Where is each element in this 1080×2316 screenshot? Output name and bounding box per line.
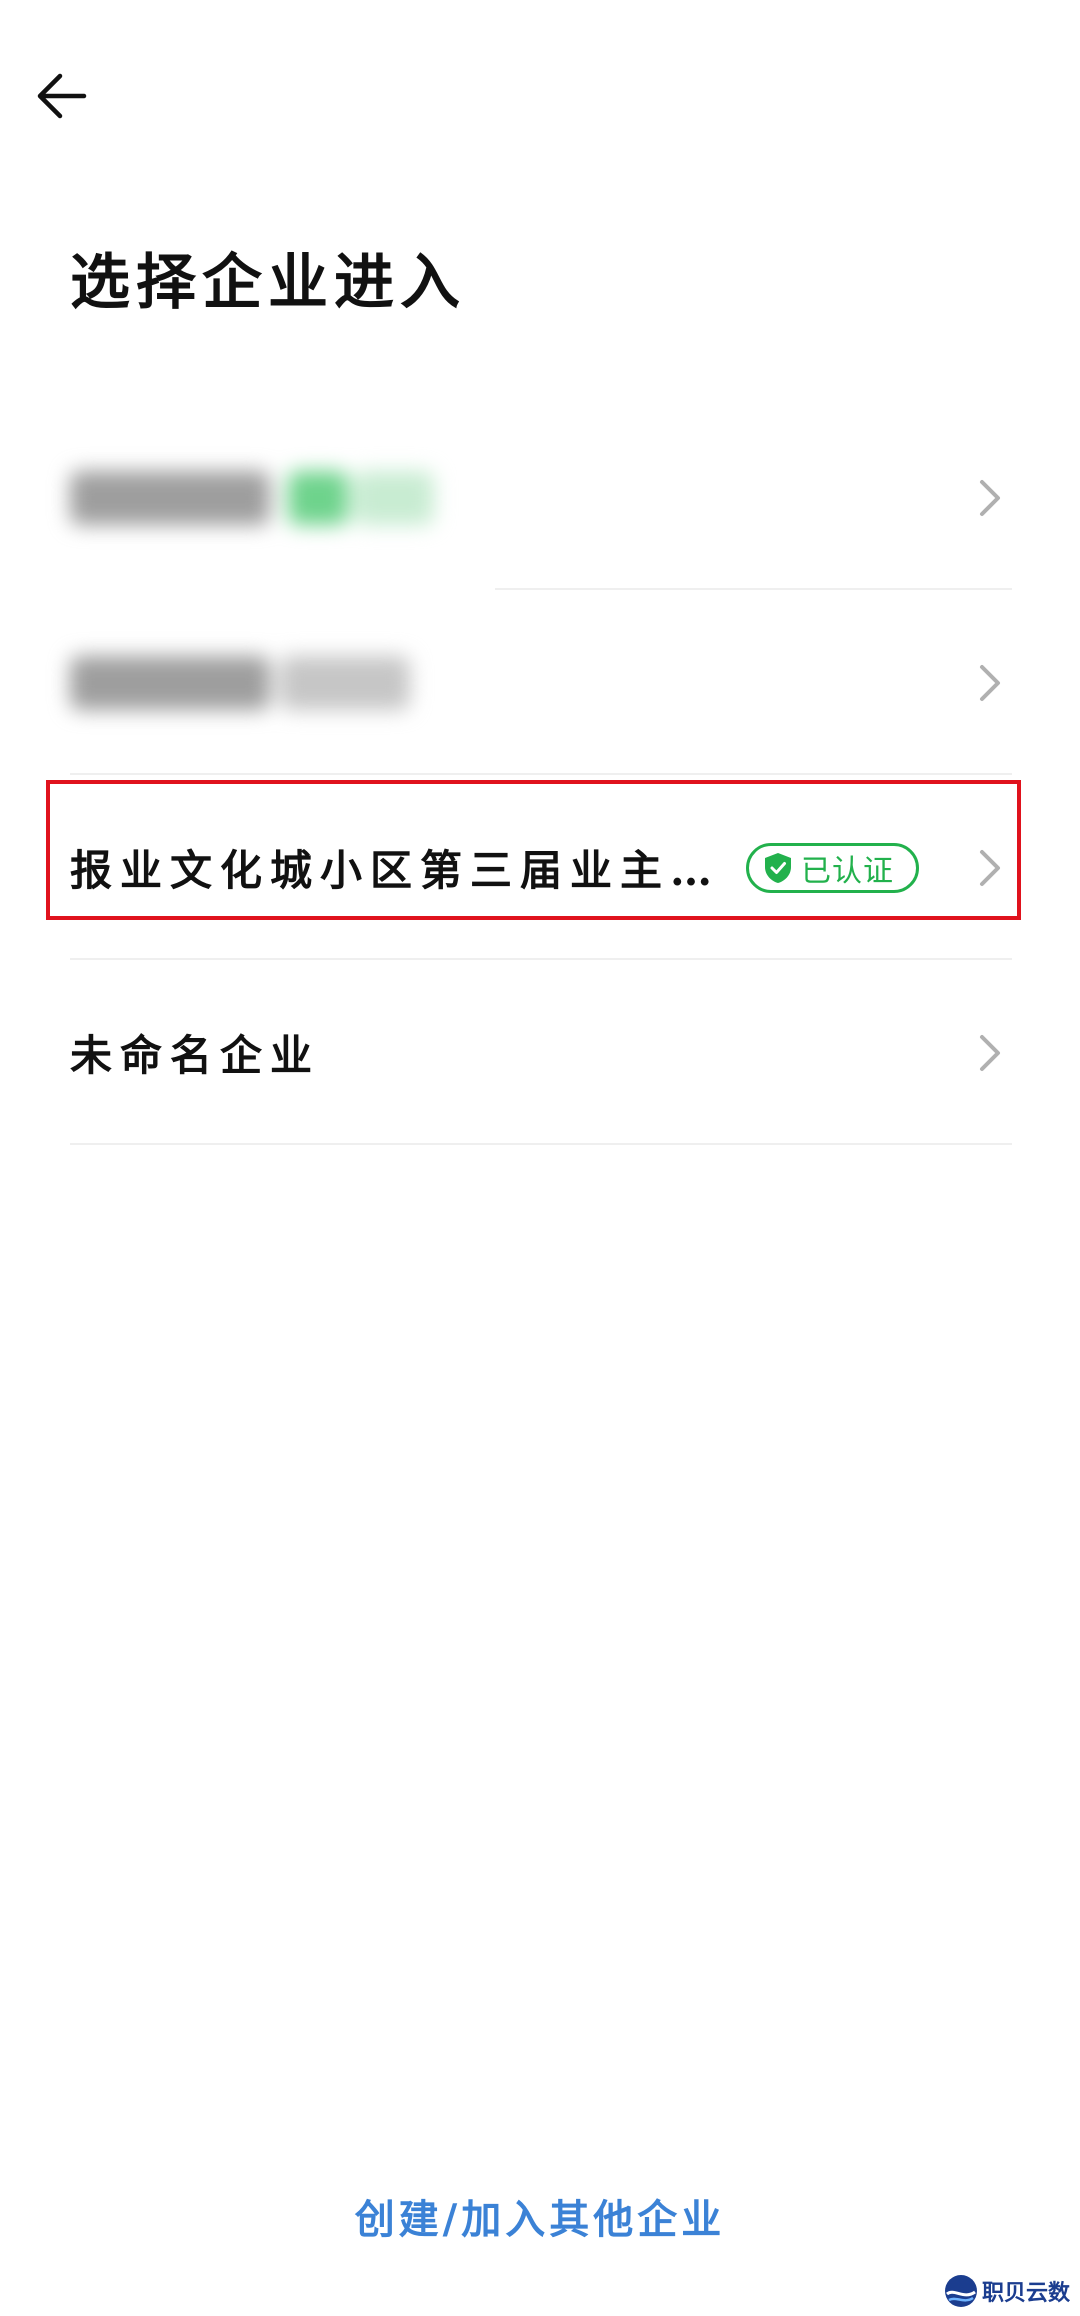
organization-item[interactable] [0, 405, 1080, 590]
page-title: 选择企业进入 [70, 248, 466, 318]
chevron-right-icon [980, 479, 1000, 516]
divider [70, 1143, 1012, 1145]
organization-name: 未命名企业 [70, 1031, 321, 1080]
watermark-logo-icon [944, 2275, 977, 2307]
blurred-organization-name [70, 470, 434, 525]
back-button[interactable] [26, 60, 98, 132]
watermark-text: 职贝云数 [981, 2281, 1070, 2306]
shield-check-icon [765, 852, 792, 883]
chevron-right-icon [980, 849, 1000, 886]
arrow-left-icon [37, 73, 87, 119]
organization-item[interactable]: 报业文化城小区第三届业主… 已认证 [0, 775, 1080, 960]
blurred-organization-name [70, 655, 410, 710]
organization-list: 报业文化城小区第三届业主… 已认证 未命名企业 [0, 405, 1080, 1145]
chevron-right-icon [980, 1034, 1000, 1071]
organization-item[interactable]: 未命名企业 [0, 960, 1080, 1145]
organization-item[interactable] [0, 590, 1080, 775]
verified-badge: 已认证 [746, 842, 920, 893]
organization-name: 报业文化城小区第三届业主… [70, 846, 721, 895]
verified-label: 已认证 [801, 853, 895, 889]
watermark: 职贝云数 [944, 2274, 1070, 2308]
chevron-right-icon [980, 664, 1000, 701]
create-join-organization-link[interactable]: 创建/加入其他企业 [0, 2180, 1080, 2260]
